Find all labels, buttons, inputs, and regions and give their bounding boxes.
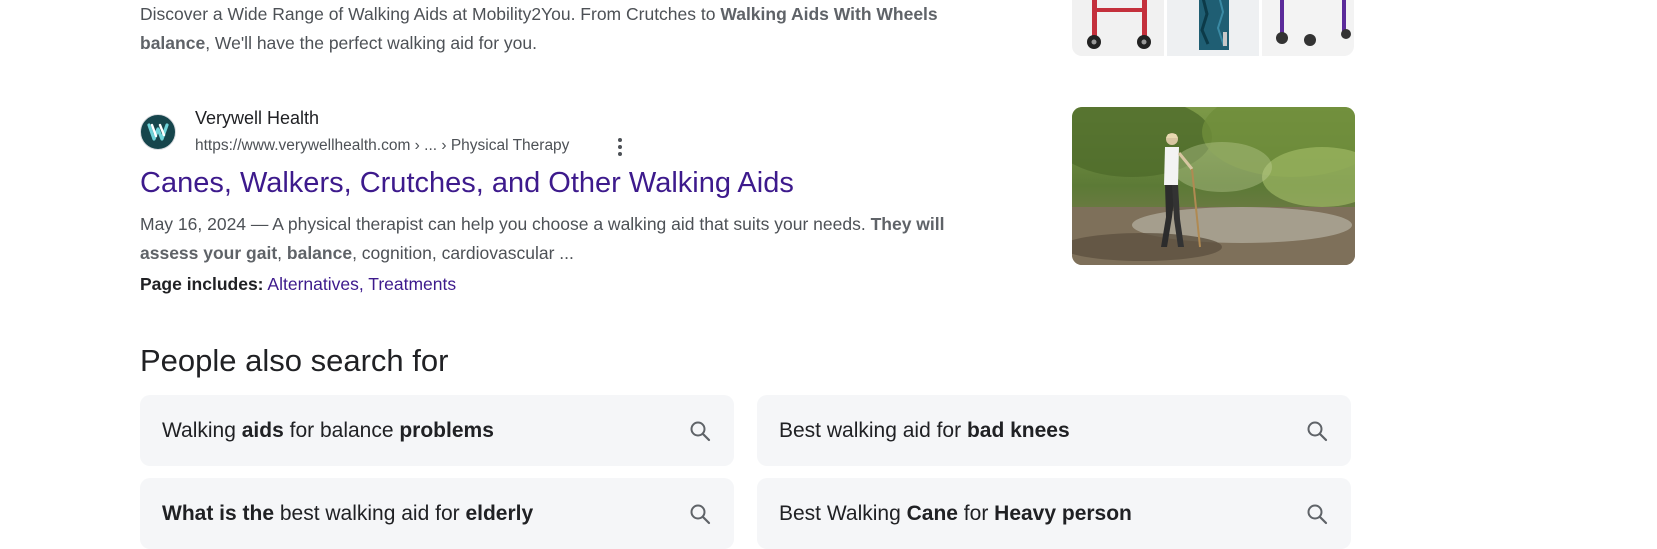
- site-url[interactable]: https://www.verywellhealth.com › ... › P…: [195, 137, 569, 155]
- related-search-chip[interactable]: Walking aids for balance problems: [140, 395, 734, 466]
- site-name[interactable]: Verywell Health: [195, 108, 319, 129]
- page-includes-separator: ,: [358, 274, 369, 294]
- result-1-snippet: Discover a Wide Range of Walking Aids at…: [140, 4, 938, 53]
- related-search-chip[interactable]: Best walking aid for bad knees: [757, 395, 1351, 466]
- related-search-text: Walking aids for balance problems: [162, 418, 494, 442]
- search-icon: [1307, 421, 1328, 441]
- page-includes: Page includes: Alternatives, Treatments: [140, 274, 456, 295]
- verywell-favicon-icon[interactable]: [140, 114, 176, 150]
- walker-thumbnail-purple[interactable]: [1262, 0, 1354, 56]
- result-2-snippet: May 16, 2024 — A physical therapist can …: [140, 214, 945, 263]
- page-includes-link-alternatives[interactable]: Alternatives: [267, 274, 358, 294]
- related-search-chip[interactable]: What is the best walking aid for elderly: [140, 478, 734, 549]
- cane-thumbnail-blue[interactable]: [1167, 0, 1259, 56]
- page-includes-label: Page includes:: [140, 274, 264, 294]
- walker-thumbnail-red[interactable]: [1072, 0, 1164, 56]
- related-search-text: What is the best walking aid for elderly: [162, 501, 534, 525]
- result-title-link[interactable]: Canes, Walkers, Crutches, and Other Walk…: [140, 167, 794, 200]
- related-search-text: Best Walking Cane for Heavy person: [779, 501, 1132, 525]
- search-icon: [690, 421, 711, 441]
- result-2-thumbnail[interactable]: [1072, 107, 1355, 265]
- related-search-text: Best walking aid for bad knees: [779, 418, 1070, 442]
- result-1-thumbnails[interactable]: [1072, 0, 1354, 56]
- related-search-chip[interactable]: Best Walking Cane for Heavy person: [757, 478, 1351, 549]
- search-icon: [690, 504, 711, 524]
- people-also-search-heading: People also search for: [140, 343, 449, 378]
- page-includes-link-treatments[interactable]: Treatments: [368, 274, 456, 294]
- search-icon: [1307, 504, 1328, 524]
- more-options-icon[interactable]: [612, 136, 628, 158]
